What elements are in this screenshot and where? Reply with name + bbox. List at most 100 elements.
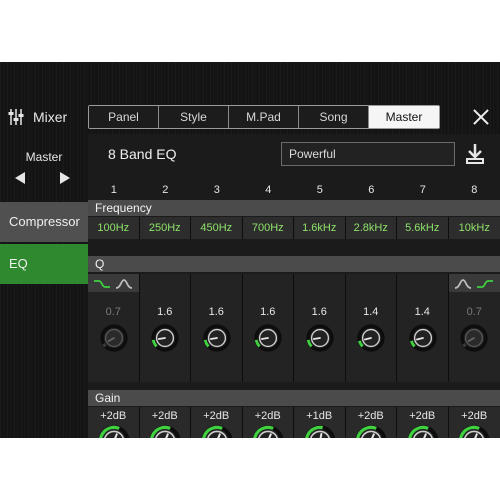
gain-row: +2dB +2dB +2dB +2dB +1dB +2dB +2dB +2dB — [88, 407, 500, 438]
q-value: 0.7 — [466, 306, 482, 318]
band-number-row: 1 2 3 4 5 6 7 8 — [88, 184, 500, 200]
q-cell-band-5: 1.6 — [294, 274, 346, 382]
title-bar: Mixer Panel Style M.Pad Song Master — [0, 100, 500, 134]
frequency-cell-band-1[interactable]: 100Hz — [88, 217, 140, 239]
gain-cell-band-1: +2dB — [88, 407, 140, 438]
tab-panel[interactable]: Panel — [89, 106, 159, 128]
tab-master[interactable]: Master — [369, 106, 439, 128]
gain-knob[interactable] — [355, 425, 387, 438]
band-number: 7 — [419, 184, 426, 196]
scope-next-arrow-icon[interactable] — [60, 172, 70, 184]
peaking-filter-icon[interactable] — [115, 278, 133, 290]
filter-type-selector[interactable] — [448, 274, 500, 292]
gain-value: +2dB — [151, 410, 178, 422]
eq-panel: 8 Band EQ Powerful 1 2 3 4 5 6 7 8 Frequency 10… — [88, 134, 500, 438]
q-section-header: Q — [88, 256, 500, 272]
band-number: 4 — [265, 184, 272, 196]
q-knob[interactable] — [254, 324, 282, 352]
gain-value: +2dB — [461, 410, 488, 422]
frequency-cell-band-3[interactable]: 450Hz — [191, 217, 243, 239]
band-number: 3 — [213, 184, 220, 196]
q-cell-band-7: 1.4 — [397, 274, 449, 382]
gain-cell-band-7: +2dB — [397, 407, 449, 438]
q-knob[interactable] — [100, 324, 128, 352]
gain-cell-band-6: +2dB — [345, 407, 397, 438]
preset-name-field[interactable]: Powerful — [281, 142, 455, 166]
gain-value: +2dB — [409, 410, 436, 422]
q-value: 1.6 — [157, 306, 173, 318]
eq-title: 8 Band EQ — [108, 146, 177, 162]
q-cell-band-8: 0.7 — [448, 274, 500, 382]
gain-cell-band-2: +2dB — [139, 407, 191, 438]
gain-section-header: Gain — [88, 390, 500, 406]
q-knob[interactable] — [151, 324, 179, 352]
gain-cell-band-8: +2dB — [448, 407, 500, 438]
low-shelf-filter-icon[interactable] — [93, 278, 111, 290]
gain-cell-band-4: +2dB — [242, 407, 294, 438]
save-download-icon[interactable] — [464, 142, 486, 166]
q-cell-band-2: 1.6 — [139, 274, 191, 382]
q-cell-band-1: 0.7 — [88, 274, 140, 382]
frequency-cell-band-2[interactable]: 250Hz — [139, 217, 191, 239]
gain-value: +2dB — [357, 410, 384, 422]
gain-value: +2dB — [100, 410, 127, 422]
peaking-filter-icon[interactable] — [454, 278, 472, 290]
frequency-cell-band-8[interactable]: 10kHz — [448, 217, 500, 239]
q-knob[interactable] — [357, 324, 385, 352]
q-knob[interactable] — [203, 324, 231, 352]
q-knob[interactable] — [460, 324, 488, 352]
frequency-cell-band-5[interactable]: 1.6kHz — [294, 217, 346, 239]
frequency-section-header: Frequency — [88, 200, 500, 216]
q-value: 1.6 — [208, 306, 224, 318]
q-cell-band-3: 1.6 — [191, 274, 243, 382]
sidebar-item-eq[interactable]: EQ — [0, 244, 88, 284]
app-title: Mixer — [33, 109, 68, 125]
frequency-cell-band-4[interactable]: 700Hz — [242, 217, 294, 239]
mixer-sliders-icon — [8, 109, 24, 125]
band-number: 8 — [471, 184, 478, 196]
q-knob[interactable] — [409, 324, 437, 352]
tab-mpad[interactable]: M.Pad — [229, 106, 299, 128]
gain-value: +2dB — [254, 410, 281, 422]
q-value: 1.4 — [363, 306, 379, 318]
band-number: 6 — [368, 184, 375, 196]
close-icon[interactable] — [470, 106, 492, 128]
gain-cell-band-5: +1dB — [294, 407, 346, 438]
gain-value: +2dB — [203, 410, 230, 422]
tab-song[interactable]: Song — [299, 106, 369, 128]
q-row: 0.7 1.6 1.6 1.6 1.6 1.4 1.4 0.7 — [88, 274, 500, 382]
gain-knob[interactable] — [458, 425, 490, 438]
gain-knob[interactable] — [149, 425, 181, 438]
q-cell-band-4: 1.6 — [242, 274, 294, 382]
frequency-cell-band-7[interactable]: 5.6kHz — [397, 217, 449, 239]
gain-knob[interactable] — [407, 425, 439, 438]
band-number: 2 — [162, 184, 169, 196]
gain-cell-band-3: +2dB — [191, 407, 243, 438]
band-number: 5 — [316, 184, 323, 196]
band-number: 1 — [110, 184, 117, 196]
sidebar: Master Compressor EQ — [0, 134, 88, 438]
tab-bar: Panel Style M.Pad Song Master — [88, 105, 440, 129]
gain-knob[interactable] — [201, 425, 233, 438]
frequency-row: 100Hz 250Hz 450Hz 700Hz 1.6kHz 2.8kHz 5.6kHz 10… — [88, 217, 500, 239]
filter-type-selector[interactable] — [88, 274, 139, 292]
sidebar-item-compressor[interactable]: Compressor — [0, 202, 88, 242]
q-value: 1.6 — [260, 306, 276, 318]
gain-knob[interactable] — [98, 425, 130, 438]
q-value: 0.7 — [105, 306, 121, 318]
scope-label: Master — [25, 150, 63, 164]
tab-style[interactable]: Style — [159, 106, 229, 128]
gain-knob[interactable] — [304, 425, 336, 438]
q-value: 1.6 — [311, 306, 327, 318]
scope-prev-arrow-icon[interactable] — [15, 172, 25, 184]
high-shelf-filter-icon[interactable] — [476, 278, 494, 290]
gain-knob[interactable] — [252, 425, 284, 438]
frequency-cell-band-6[interactable]: 2.8kHz — [345, 217, 397, 239]
q-knob[interactable] — [306, 324, 334, 352]
knob-value-arc — [102, 343, 107, 348]
knob-value-arc — [462, 343, 467, 348]
mixer-screen: Mixer Panel Style M.Pad Song Master Mast… — [0, 62, 500, 438]
q-cell-band-6: 1.4 — [345, 274, 397, 382]
gain-value: +1dB — [306, 410, 333, 422]
q-value: 1.4 — [414, 306, 430, 318]
